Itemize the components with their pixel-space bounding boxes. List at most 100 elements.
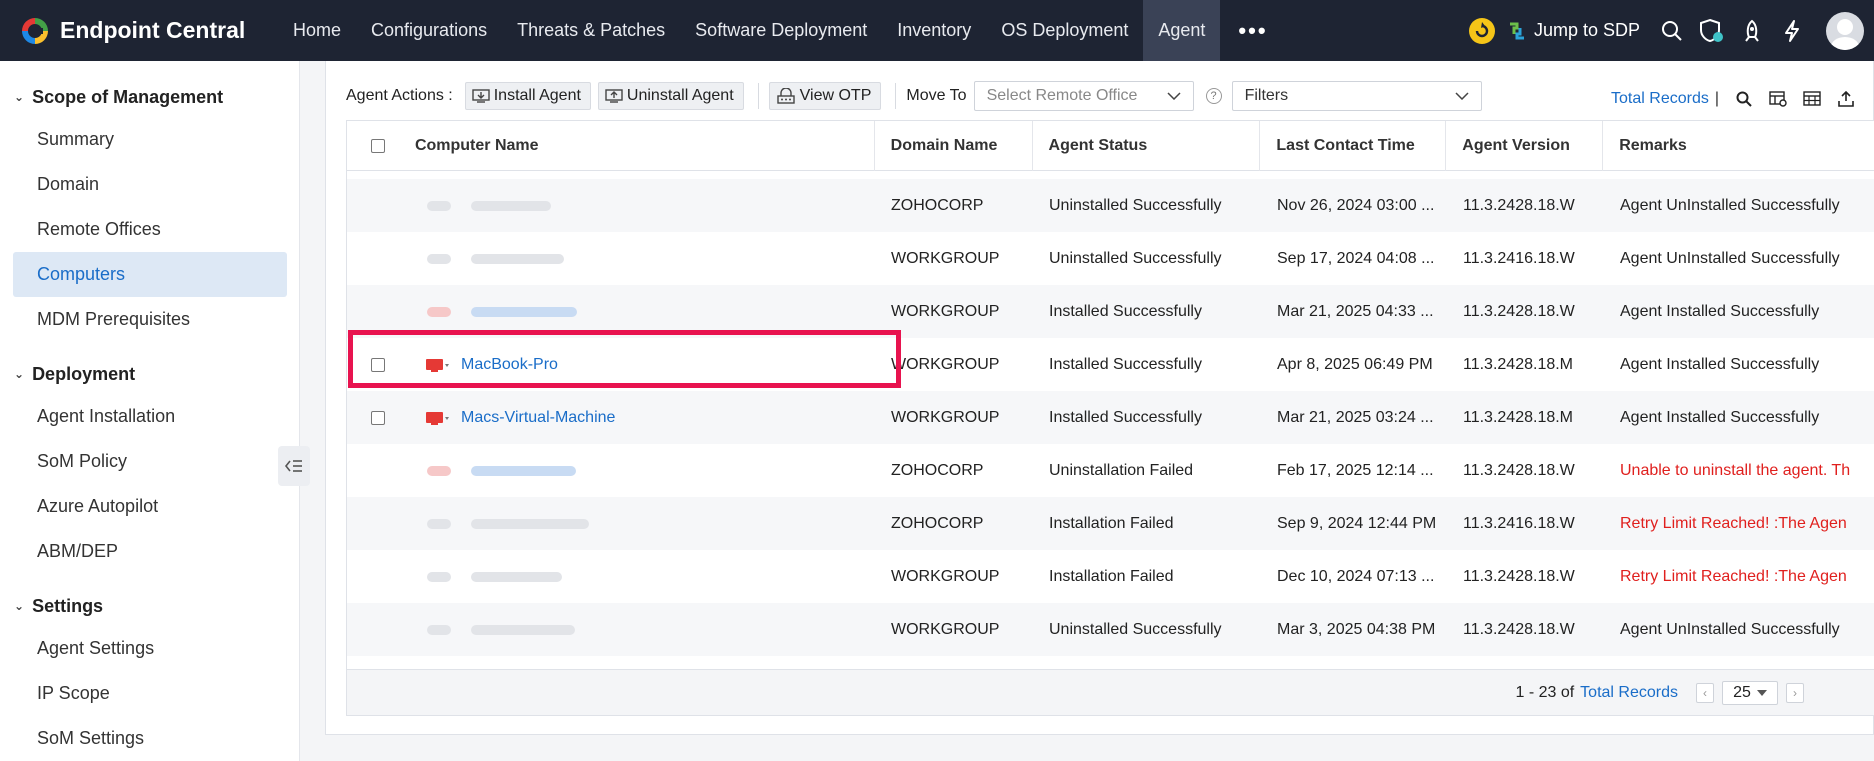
table-row[interactable]: WORKGROUP Installation Failed Dec 10, 20… [347,550,1874,603]
table-row[interactable]: Macs-Virtual-Machine WORKGROUP Installed… [347,391,1874,444]
sidebar-section-scope: ⌄ Scope of Management Summary Domain Rem… [0,85,299,342]
column-remarks[interactable]: Remarks [1603,121,1874,171]
cell-domain-name: WORKGROUP [891,620,1000,638]
table-row[interactable]: WORKGROUP Uninstalled Successfully Sep 1… [347,232,1874,285]
redacted-block [427,518,451,529]
nav-threats-patches[interactable]: Threats & Patches [502,0,680,61]
sidebar-section-header[interactable]: ⌄ Settings [0,594,299,618]
row-select-cell [347,232,409,285]
nav-inventory[interactable]: Inventory [882,0,986,61]
export-icon[interactable] [1829,87,1863,111]
chevron-down-icon [1455,92,1469,100]
lightning-icon[interactable] [1772,0,1812,61]
search-icon[interactable] [1652,0,1692,61]
cell-computer-name [409,232,875,285]
cell-last-contact-time: Feb 17, 2025 12:14 ... [1277,461,1434,479]
column-last-contact-time[interactable]: Last Contact Time [1260,121,1447,171]
uninstall-icon [605,88,623,104]
otp-icon [776,88,796,104]
install-agent-button[interactable]: Install Agent [464,82,591,110]
column-agent-status[interactable]: Agent Status [1033,121,1261,171]
table-row[interactable]: WORKGROUP Uninstalled Successfully Mar 3… [347,603,1874,656]
column-domain-name[interactable]: Domain Name [875,121,1033,171]
main-panel: Agent Actions : Install Agent Uninstall … [325,61,1874,735]
help-icon[interactable]: ? [1205,88,1222,104]
nav-configurations[interactable]: Configurations [356,0,502,61]
computer-icon [425,410,451,426]
table-footer: 1 - 23 of Total Records ‹ 25 › [347,669,1874,715]
cell-domain-name: ZOHOCORP [891,514,984,532]
sidebar-item-computers[interactable]: Computers [13,252,287,297]
top-bar: Endpoint Central Home Configurations Thr… [0,0,1874,61]
column-agent-version[interactable]: Agent Version [1446,121,1604,171]
more-icon[interactable]: ••• [1220,18,1285,44]
uninstall-agent-button[interactable]: Uninstall Agent [597,82,744,110]
chevron-down-icon: ⌄ [14,90,25,104]
sidebar-item-abm-dep[interactable]: ABM/DEP [13,529,287,574]
sidebar-item-domain[interactable]: Domain [13,162,287,207]
cell-computer-name [409,497,875,550]
next-page-button[interactable]: › [1786,682,1804,703]
nav-os-deployment[interactable]: OS Deployment [986,0,1143,61]
top-right-tools: Jump to SDP [1462,0,1874,61]
select-all-checkbox[interactable] [370,138,385,153]
cell-agent-status: Installed Successfully [1049,302,1202,320]
redacted-name [427,306,577,317]
sidebar-item-agent-installation[interactable]: Agent Installation [13,394,287,439]
redacted-name [427,571,562,582]
nav-software-deployment[interactable]: Software Deployment [680,0,882,61]
sidebar-section-header[interactable]: ⌄ Scope of Management [0,85,299,109]
computer-name-link[interactable]: Macs-Virtual-Machine [461,409,615,427]
table-row[interactable]: ZOHOCORP Uninstallation Failed Feb 17, 2… [347,444,1874,497]
sidebar-item-ip-scope[interactable]: IP Scope [13,671,287,716]
nav-home[interactable]: Home [278,0,356,61]
agent-actions-label: Agent Actions : [346,87,453,104]
cell-last-contact-time: Sep 9, 2024 12:44 PM [1277,514,1437,532]
column-computer-name[interactable]: Computer Name [409,121,875,171]
sidebar-section-title: Deployment [32,363,136,384]
sidebar-item-agent-settings[interactable]: Agent Settings [13,626,287,671]
footer-total-records-link[interactable]: Total Records [1580,684,1678,702]
view-otp-button[interactable]: View OTP [768,82,882,110]
avatar[interactable] [1826,11,1864,50]
sidebar-item-som-policy[interactable]: SoM Policy [13,439,287,484]
filters-select[interactable]: Filters [1231,81,1482,111]
table-row[interactable]: ZOHOCORP Installation Failed Sep 9, 2024… [347,497,1874,550]
main-nav: Home Configurations Threats & Patches So… [278,0,1286,61]
jump-to-sdp-button[interactable]: Jump to SDP [1508,20,1640,41]
cell-remarks: Retry Limit Reached! :The Agen [1620,567,1847,585]
remote-office-select[interactable]: Select Remote Office [973,81,1194,111]
sidebar-item-mdm-prerequisites[interactable]: MDM Prerequisites [13,297,287,342]
select-all-cell [347,121,409,171]
sidebar-item-azure-autopilot[interactable]: Azure Autopilot [13,484,287,529]
redacted-block [427,465,451,476]
sidebar-section-header[interactable]: ⌄ Deployment [0,362,299,386]
collapse-sidebar-icon[interactable] [278,446,310,486]
cell-agent-status: Uninstalled Successfully [1049,196,1222,214]
sidebar-item-som-settings[interactable]: SoM Settings [13,716,287,761]
page-size-select[interactable]: 25 [1722,680,1778,705]
nav-agent[interactable]: Agent [1143,0,1221,61]
shield-icon[interactable] [1692,0,1732,61]
view-otp-label: View OTP [799,87,872,104]
table-search-icon[interactable] [1727,87,1761,111]
sidebar-item-remote-offices[interactable]: Remote Offices [13,207,287,252]
cell-remarks: Agent UnInstalled Successfully [1620,196,1840,214]
table-row[interactable]: ZOHOCORP Uninstalled Successfully Nov 26… [347,179,1874,232]
rocket-icon[interactable] [1732,0,1772,61]
cell-agent-version: 11.3.2428.18.M [1463,355,1574,373]
total-records-link[interactable]: Total Records [1611,90,1709,108]
sidebar-item-summary[interactable]: Summary [13,117,287,162]
cell-remarks: Agent Installed Successfully [1620,355,1820,373]
row-checkbox[interactable] [371,410,385,425]
table-view-icon[interactable] [1795,87,1829,111]
cell-agent-status: Uninstalled Successfully [1049,249,1222,267]
column-settings-icon[interactable] [1761,87,1795,111]
redacted-name [427,624,575,635]
brand[interactable]: Endpoint Central [0,16,278,46]
cell-domain-name: ZOHOCORP [891,196,984,214]
redacted-block [471,306,577,317]
refresh-icon[interactable] [1462,0,1502,61]
cell-remarks: Unable to uninstall the agent. Th [1620,461,1851,479]
prev-page-button[interactable]: ‹ [1696,682,1714,703]
